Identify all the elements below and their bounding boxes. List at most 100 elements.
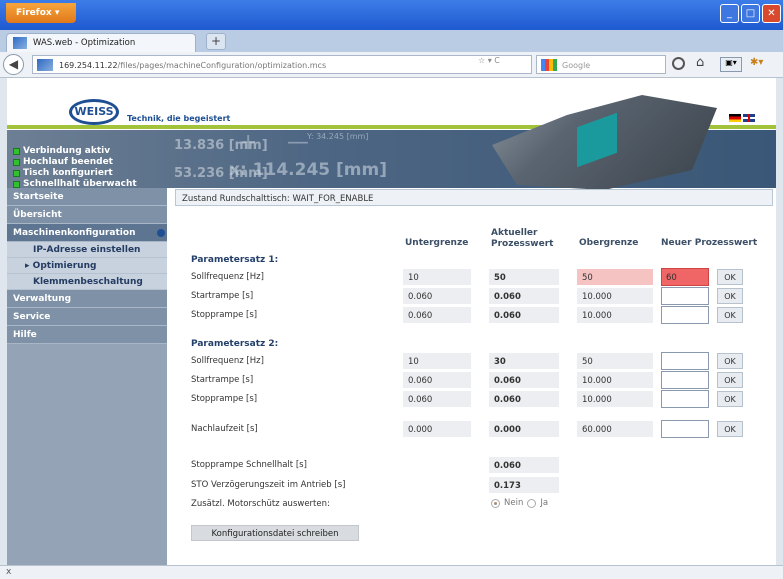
current-value: 0.000 bbox=[489, 421, 559, 437]
row-label: Sollfrequenz [Hz] bbox=[191, 356, 264, 366]
banner-ghost-value-d: Y: 34.245 [mm] bbox=[307, 132, 369, 141]
sidebar-item-maschinenkonfiguration[interactable]: Maschinenkonfiguration bbox=[7, 224, 167, 242]
ok-button[interactable]: OK bbox=[717, 372, 743, 388]
row-label: Startrampe [s] bbox=[191, 375, 254, 385]
url-bar[interactable]: 169.254.11.22/files/pages/machineConfigu… bbox=[32, 55, 532, 74]
search-icon[interactable] bbox=[672, 57, 685, 70]
group-title-parametersatz-2: Parametersatz 2: bbox=[191, 339, 279, 349]
status-label: Hochlauf beendet bbox=[23, 157, 113, 167]
bookmarks-menu-icon[interactable]: ▣▾ bbox=[720, 57, 742, 72]
dropdown-arrow-icon[interactable]: ▾ bbox=[488, 56, 492, 65]
language-flags bbox=[729, 114, 755, 122]
sidebar-item-optimierung[interactable]: ▸ Optimierung bbox=[7, 258, 167, 274]
ok-button[interactable]: OK bbox=[717, 269, 743, 285]
motorschuetz-label: Zusätzl. Motorschütz auswerten: bbox=[191, 499, 330, 509]
min-value: 0.060 bbox=[403, 307, 471, 323]
home-icon[interactable]: ⌂ bbox=[696, 55, 704, 70]
tab-bar: WAS.web - Optimization + bbox=[0, 30, 783, 52]
site-identity-icon[interactable] bbox=[37, 59, 53, 71]
selected-arrow-icon: ▸ bbox=[25, 261, 30, 271]
banner-ghost-value-c: x: 114.245 [mm] bbox=[229, 160, 387, 180]
ok-button[interactable]: OK bbox=[717, 288, 743, 304]
sidebar-item-verwaltung[interactable]: Verwaltung bbox=[7, 290, 167, 308]
close-addon-bar-icon[interactable]: x bbox=[6, 567, 11, 577]
sidebar-item-startseite[interactable]: Startseite bbox=[7, 188, 167, 206]
url-host: 169.254.11.22 bbox=[59, 61, 118, 70]
browser-tab[interactable]: WAS.web - Optimization bbox=[6, 33, 196, 52]
new-value-input[interactable]: 60 bbox=[661, 268, 709, 286]
status-label: Tisch konfiguriert bbox=[23, 168, 113, 178]
group-title-parametersatz-1: Parametersatz 1: bbox=[191, 255, 279, 265]
col-header-obergrenze: Obergrenze bbox=[579, 238, 639, 248]
new-value-input[interactable] bbox=[661, 287, 709, 305]
sidebar-item-label: Optimierung bbox=[32, 261, 97, 271]
new-value-input[interactable] bbox=[661, 306, 709, 324]
max-value: 50 bbox=[577, 269, 653, 285]
sidebar-item-uebersicht[interactable]: Übersicht bbox=[7, 206, 167, 224]
active-indicator-icon bbox=[157, 229, 165, 237]
sidebar-item-label: Maschinenkonfiguration bbox=[13, 228, 136, 238]
sidebar-item-klemmenbeschaltung[interactable]: Klemmenbeschaltung bbox=[7, 274, 167, 290]
site-favicon-icon bbox=[13, 37, 27, 49]
close-button[interactable]: ✕ bbox=[762, 4, 781, 23]
max-value: 60.000 bbox=[577, 421, 653, 437]
navigation-bar: ◀ 169.254.11.22/files/pages/machineConfi… bbox=[0, 52, 783, 78]
new-tab-button[interactable]: + bbox=[206, 33, 226, 50]
german-flag-icon[interactable] bbox=[729, 114, 741, 122]
tagline: Technik, die begeistert bbox=[127, 114, 231, 123]
ok-button[interactable]: OK bbox=[717, 353, 743, 369]
radio-nein[interactable] bbox=[491, 498, 500, 508]
new-value-input[interactable] bbox=[661, 420, 709, 438]
search-placeholder: Google bbox=[562, 61, 591, 70]
row-label: Sollfrequenz [Hz] bbox=[191, 272, 264, 282]
sto-label: STO Verzögerungszeit im Antrieb [s] bbox=[191, 480, 346, 490]
radio-nein-label: Nein bbox=[504, 498, 524, 508]
uk-flag-icon[interactable] bbox=[743, 114, 755, 122]
ok-button[interactable]: OK bbox=[717, 391, 743, 407]
new-value-input[interactable] bbox=[661, 352, 709, 370]
current-value: 0.060 bbox=[489, 372, 559, 388]
new-value-input[interactable] bbox=[661, 371, 709, 389]
write-config-button[interactable]: Konfigurationsdatei schreiben bbox=[191, 525, 359, 541]
row-label: Stopprampe [s] bbox=[191, 310, 258, 320]
weiss-logo[interactable]: WEISS bbox=[69, 99, 119, 125]
radio-ja[interactable] bbox=[527, 498, 537, 508]
min-value: 0.060 bbox=[403, 372, 471, 388]
firefox-label: Firefox bbox=[16, 8, 52, 18]
left-frame bbox=[0, 78, 7, 565]
back-arrow-icon[interactable]: ◀ bbox=[3, 54, 24, 75]
addon-icon[interactable]: ✱▾ bbox=[750, 57, 778, 72]
minimize-button[interactable]: _ bbox=[720, 4, 739, 23]
tab-title: WAS.web - Optimization bbox=[33, 38, 136, 48]
max-value: 10.000 bbox=[577, 288, 653, 304]
sidebar-item-service[interactable]: Service bbox=[7, 308, 167, 326]
sidebar-item-ip-adresse[interactable]: IP-Adresse einstellen bbox=[7, 242, 167, 258]
reload-icon[interactable]: C bbox=[494, 56, 500, 65]
device-panel bbox=[577, 112, 617, 168]
url-tools: ☆ ▾ C bbox=[478, 56, 500, 65]
new-value-input[interactable] bbox=[661, 390, 709, 408]
banner-minus-icon: — bbox=[287, 130, 309, 155]
search-input[interactable]: Google bbox=[536, 55, 666, 74]
sidebar-item-hilfe[interactable]: Hilfe bbox=[7, 326, 167, 344]
current-value: 0.060 bbox=[489, 307, 559, 323]
col-header-aktueller-prozesswert: Aktueller Prozesswert bbox=[491, 228, 554, 249]
ok-button[interactable]: OK bbox=[717, 307, 743, 323]
min-value: 10 bbox=[403, 353, 471, 369]
status-item: Tisch konfiguriert bbox=[13, 168, 137, 179]
status-label: Verbindung aktiv bbox=[23, 146, 111, 156]
max-value: 10.000 bbox=[577, 372, 653, 388]
current-value: 50 bbox=[489, 269, 559, 285]
banner-plus-icon: + bbox=[239, 130, 258, 155]
bookmark-star-icon[interactable]: ☆ bbox=[478, 56, 485, 65]
url-path: /files/pages/machineConfiguration/optimi… bbox=[117, 61, 327, 70]
schnellhalt-value: 0.060 bbox=[489, 457, 559, 473]
sidebar-nav: Startseite Übersicht Maschinenkonfigurat… bbox=[7, 188, 167, 565]
header-banner: 13.836 [mm] 53.236 [mm] x: 114.245 [mm] … bbox=[7, 95, 776, 190]
firefox-menu-button[interactable]: Firefox ▾ bbox=[6, 3, 76, 23]
maximize-button[interactable]: □ bbox=[741, 4, 760, 23]
ok-button[interactable]: OK bbox=[717, 421, 743, 437]
status-led-icon bbox=[13, 148, 20, 155]
status-led-icon bbox=[13, 159, 20, 166]
window-controls: _ □ ✕ bbox=[720, 4, 781, 23]
